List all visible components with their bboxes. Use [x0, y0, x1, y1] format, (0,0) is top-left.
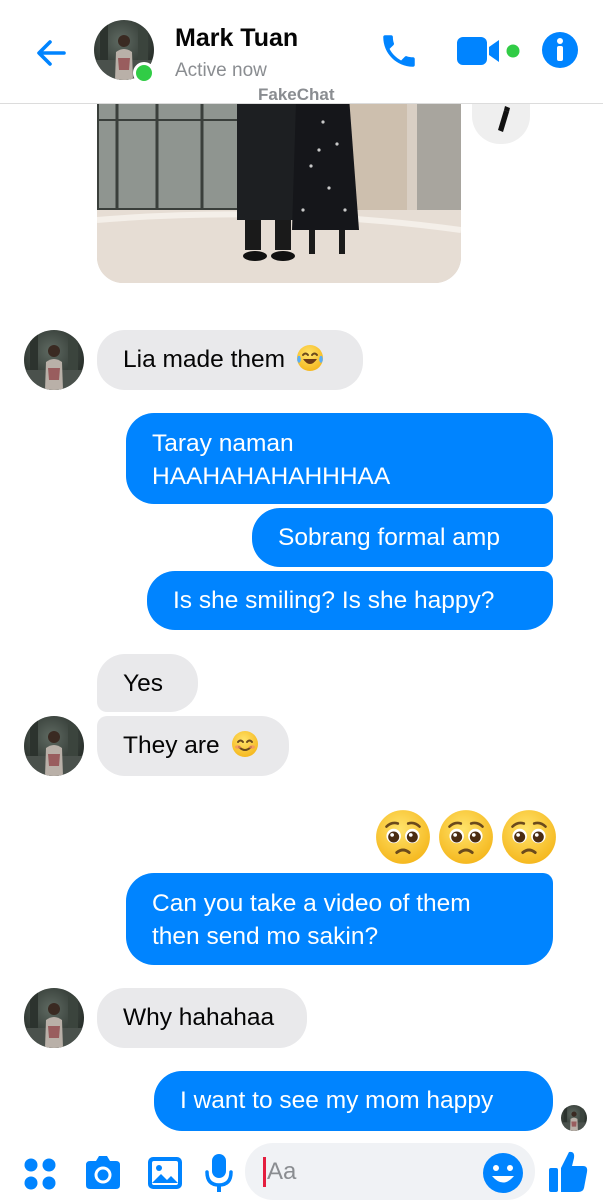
incoming-message[interactable]: Why hahahaa [97, 988, 307, 1048]
incoming-message[interactable]: Yes [97, 654, 198, 712]
thumbs-up-icon[interactable] [547, 1148, 589, 1194]
outgoing-message[interactable]: I want to see my mom happy [154, 1071, 553, 1131]
microphone-icon[interactable] [204, 1152, 234, 1194]
info-icon[interactable] [540, 30, 580, 70]
message-text: They are [123, 732, 220, 759]
input-placeholder: Aa [267, 1158, 297, 1185]
message-text: Lia made them [123, 346, 286, 373]
back-arrow-icon[interactable] [28, 30, 74, 76]
outgoing-message[interactable]: Sobrang formal amp [252, 508, 553, 567]
laughing-tears-emoji-icon [296, 345, 323, 371]
phone-icon[interactable] [378, 30, 420, 72]
message-text: I want to see my mom happy [180, 1087, 494, 1114]
apps-grid-icon[interactable] [22, 1156, 58, 1192]
contact-avatar[interactable] [24, 988, 84, 1048]
contact-status: Active now [175, 60, 267, 81]
camera-icon[interactable] [82, 1153, 124, 1193]
outgoing-message[interactable]: Can you take a video of them then send m… [126, 873, 553, 965]
contact-avatar[interactable] [24, 716, 84, 776]
message-line: Can you take a video of them [152, 890, 471, 917]
contact-name[interactable]: Mark Tuan [175, 24, 298, 53]
seen-receipt-avatar [561, 1105, 587, 1131]
incoming-message[interactable]: Lia made them [97, 330, 363, 390]
message-text: Yes [123, 670, 163, 697]
message-line: Taray naman [152, 430, 294, 457]
gallery-icon[interactable] [146, 1153, 184, 1193]
emoji-icon[interactable] [482, 1152, 524, 1194]
message-line: then send mo sakin? [152, 923, 379, 950]
message-text: Why hahahaa [123, 1004, 275, 1031]
contact-avatar[interactable] [24, 330, 84, 390]
message-text: Is she smiling? Is she happy? [173, 587, 495, 614]
smiling-emoji-icon [231, 731, 258, 757]
incoming-message[interactable]: They are [97, 716, 289, 776]
video-camera-icon[interactable] [455, 33, 523, 69]
outgoing-message[interactable]: Is she smiling? Is she happy? [147, 571, 553, 630]
online-status-dot [133, 62, 155, 84]
outgoing-message[interactable]: Taray naman HAAHAHAHAHHHAA [126, 413, 553, 504]
pleading-face-emoji-icons[interactable] [374, 806, 559, 866]
text-cursor [263, 1157, 266, 1187]
message-line: HAAHAHAHAHHHAA [152, 463, 391, 490]
watermark: FakeChat [258, 85, 335, 104]
message-text: Sobrang formal amp [278, 524, 500, 551]
